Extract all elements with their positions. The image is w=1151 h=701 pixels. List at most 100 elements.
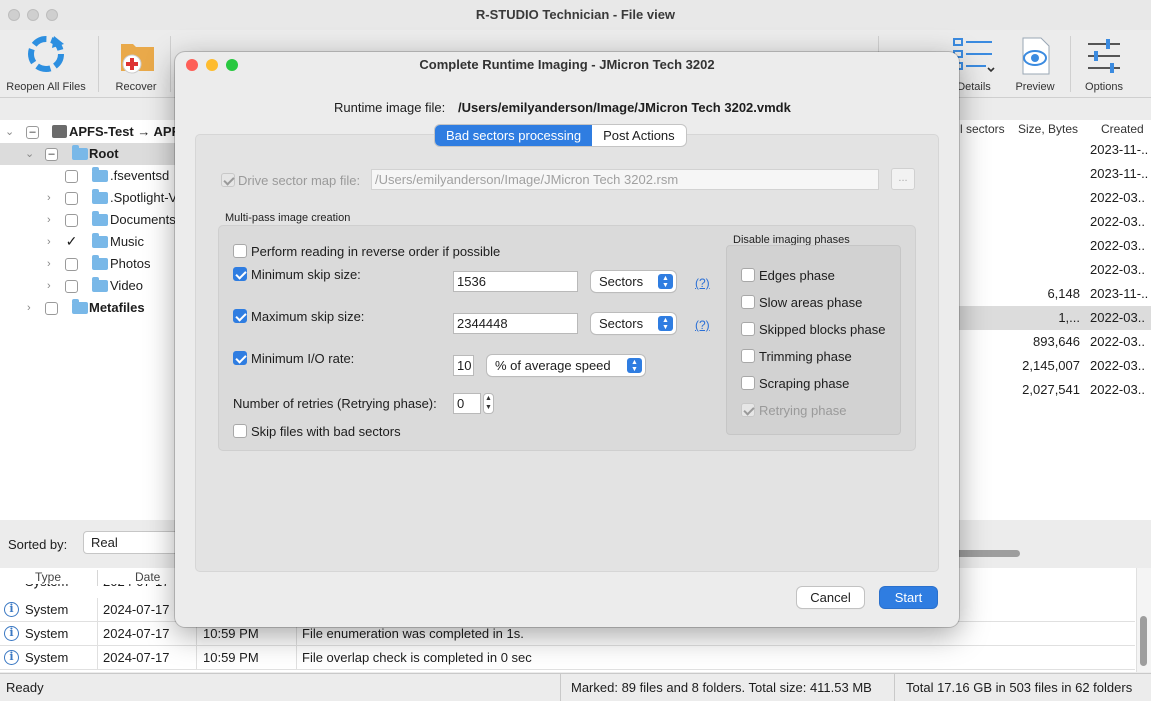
recover-label: Recover <box>115 81 157 93</box>
tree-checkbox[interactable] <box>65 192 78 205</box>
max-skip-label: Maximum skip size: <box>251 309 365 324</box>
window-minimize-button[interactable] <box>27 9 39 21</box>
dialog-close-button[interactable] <box>186 59 198 71</box>
trimming-phase-checkbox[interactable] <box>741 349 755 363</box>
start-button[interactable]: Start <box>880 587 937 608</box>
min-skip-unit-select[interactable]: Sectors ▲ ▼ <box>591 271 676 292</box>
chevron-right-icon[interactable]: › <box>47 253 57 275</box>
folder-icon <box>92 233 108 248</box>
tree-item-video[interactable]: › Video <box>0 275 180 297</box>
tree-item-photos[interactable]: › Photos <box>0 253 180 275</box>
cancel-button[interactable]: Cancel <box>797 587 864 608</box>
slow-areas-phase-checkbox[interactable] <box>741 295 755 309</box>
min-skip-help-link[interactable]: (?) <box>695 276 710 290</box>
status-bar: Ready Marked: 89 files and 8 folders. To… <box>0 673 1151 701</box>
tab-bad-sectors-processing[interactable]: Bad sectors processing <box>435 125 593 146</box>
tree-checkbox[interactable] <box>65 280 78 293</box>
dialog-title: Complete Runtime Imaging - JMicron Tech … <box>419 57 715 72</box>
tree-item-spotlight[interactable]: › .Spotlight-V <box>0 187 180 209</box>
tree-item-documents[interactable]: › Documents <box>0 209 180 231</box>
tree-checkbox[interactable]: – <box>26 126 39 139</box>
retries-input[interactable]: 0 <box>453 393 481 414</box>
file-created-cell: 2022-03.. <box>1090 382 1145 397</box>
sector-map-field: /Users/emilyanderson/Image/JMicron Tech … <box>371 169 879 190</box>
max-skip-checkbox[interactable] <box>233 309 247 323</box>
dialog-tabs: Bad sectors processing Post Actions <box>435 125 686 146</box>
horizontal-scrollbar[interactable] <box>955 550 1020 557</box>
min-io-input[interactable]: 10 <box>453 355 474 376</box>
multipass-section-title: Multi-pass image creation <box>225 212 351 224</box>
chevron-right-icon[interactable]: › <box>27 297 37 319</box>
log-row[interactable]: i System 2024-07-17 10:59 PM File overlap ch… <box>0 646 1135 670</box>
tree-item-music[interactable]: › ✓ Music <box>0 231 180 253</box>
tree-item-label: Music <box>110 234 144 249</box>
skipped-blocks-phase-checkbox[interactable] <box>741 322 755 336</box>
tree-checkbox[interactable]: ✓ <box>65 234 78 249</box>
column-header-size[interactable]: Size, Bytes <box>1018 120 1078 138</box>
sector-map-checkbox <box>221 173 235 187</box>
min-skip-input[interactable]: 1536 <box>453 271 578 292</box>
min-io-checkbox[interactable] <box>233 351 247 365</box>
file-size-cell: 1,... <box>1058 310 1080 325</box>
scraping-phase-checkbox[interactable] <box>741 376 755 390</box>
file-created-cell: 2022-03.. <box>1090 214 1145 229</box>
chevron-right-icon[interactable]: › <box>47 275 57 297</box>
retries-label: Number of retries (Retrying phase): <box>233 396 437 411</box>
file-created-cell: 2022-03.. <box>1090 238 1145 253</box>
chevron-right-icon[interactable]: › <box>47 209 57 231</box>
window-title: R-STUDIO Technician - File view <box>475 7 676 22</box>
file-created-cell: 2022-03.. <box>1090 358 1145 373</box>
dialog-minimize-button[interactable] <box>206 59 218 71</box>
min-skip-checkbox[interactable] <box>233 267 247 281</box>
column-header-created[interactable]: Created <box>1101 120 1144 138</box>
max-skip-unit-select[interactable]: Sectors ▲ ▼ <box>591 313 676 334</box>
window-zoom-button[interactable] <box>46 9 58 21</box>
updown-icon: ▲ ▼ <box>627 358 642 373</box>
runtime-imaging-dialog: Complete Runtime Imaging - JMicron Tech … <box>175 52 959 627</box>
sort-select[interactable]: Real <box>83 531 183 554</box>
file-created-cell: 2022-03.. <box>1090 334 1145 349</box>
tree-item-metafiles[interactable]: › Metafiles <box>0 297 180 319</box>
tree-checkbox[interactable] <box>65 170 78 183</box>
chevron-right-icon[interactable]: › <box>47 187 57 209</box>
chevron-right-icon[interactable]: › <box>47 231 57 253</box>
recover-button[interactable]: Recover <box>106 30 166 98</box>
tree-checkbox[interactable] <box>65 258 78 271</box>
skip-bad-files-checkbox[interactable] <box>233 424 247 438</box>
max-skip-input[interactable]: 2344448 <box>453 313 578 334</box>
window-close-button[interactable] <box>8 9 20 21</box>
preview-button[interactable]: Preview <box>1006 30 1064 98</box>
tree-checkbox[interactable] <box>45 302 58 315</box>
tree-item-root[interactable]: ⌄ – Root <box>0 143 180 165</box>
min-skip-label: Minimum skip size: <box>251 267 361 282</box>
min-io-unit-select[interactable]: % of average speed ▲ ▼ <box>487 355 645 376</box>
tree-item-apfs-test[interactable]: ⌄ – APFS-Test → APF <box>0 121 180 143</box>
chevron-down-icon[interactable]: ⌄ <box>25 143 35 165</box>
max-skip-help-link[interactable]: (?) <box>695 318 710 332</box>
retries-stepper[interactable]: ▲ ▼ <box>483 393 494 414</box>
folder-icon <box>92 211 108 226</box>
chevron-down-icon[interactable]: ⌄ <box>5 121 15 143</box>
column-header-sectors[interactable]: l sectors <box>960 120 1005 138</box>
file-created-cell: 2022-03.. <box>1090 262 1145 277</box>
scraping-phase-label: Scraping phase <box>759 376 850 391</box>
preview-label: Preview <box>1015 81 1055 93</box>
log-time: 10:59 PM <box>203 650 259 665</box>
dialog-zoom-button[interactable] <box>226 59 238 71</box>
tree-checkbox[interactable] <box>65 214 78 227</box>
tree-item-label: Metafiles <box>89 300 145 315</box>
log-date: 2024-07-17 <box>103 626 170 641</box>
tree-item-label: .Spotlight-V <box>110 190 178 205</box>
drive-icon <box>52 125 67 138</box>
info-icon: i <box>4 626 19 641</box>
edges-phase-checkbox[interactable] <box>741 268 755 282</box>
log-vertical-scrollbar[interactable] <box>1136 568 1151 672</box>
tab-post-actions[interactable]: Post Actions <box>592 125 686 146</box>
folder-icon <box>72 145 88 160</box>
reverse-order-checkbox[interactable] <box>233 244 247 258</box>
reopen-all-files-button[interactable]: Reopen All Files <box>4 30 88 98</box>
tree-item-label: APFS-Test → APF <box>69 124 180 139</box>
options-button[interactable]: Options <box>1076 30 1132 98</box>
tree-item-fseventsd[interactable]: .fseventsd <box>0 165 180 187</box>
tree-checkbox[interactable]: – <box>45 148 58 161</box>
